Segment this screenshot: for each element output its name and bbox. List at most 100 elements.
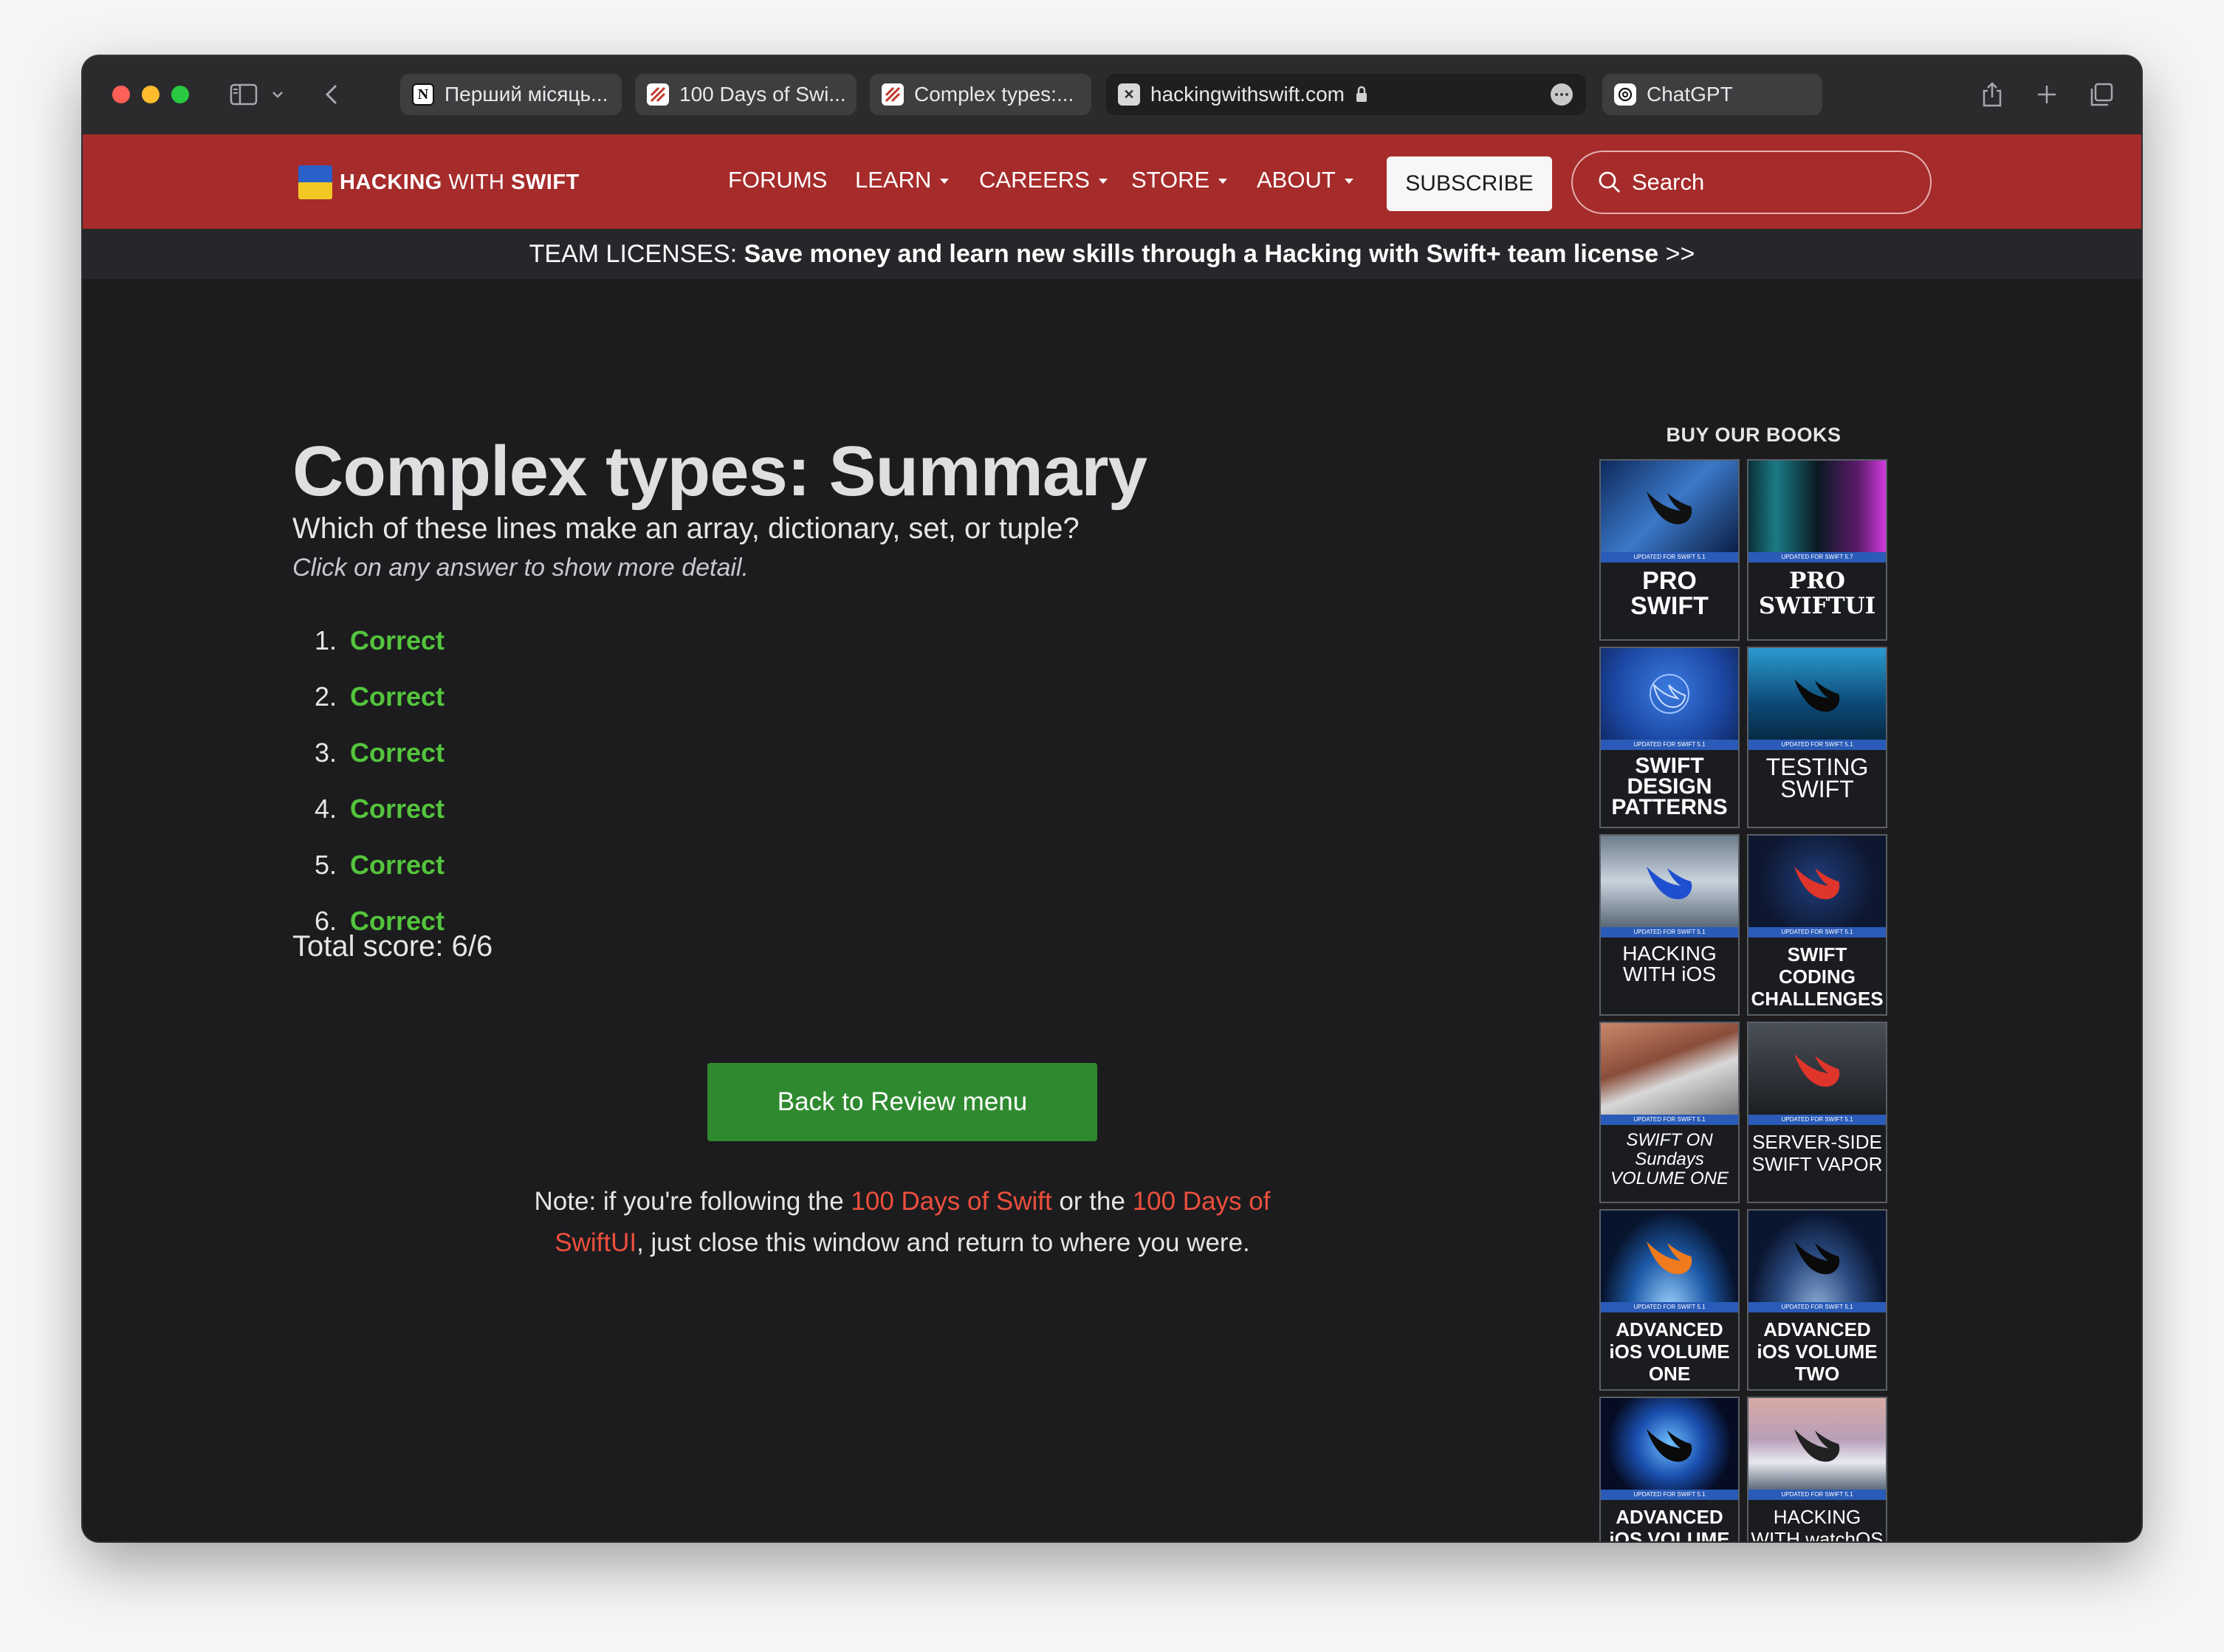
book-advanced-ios-volume-three[interactable]: UPDATED FOR SWIFT 5.1 ADVANCED iOS VOLUM… xyxy=(1599,1397,1740,1541)
book-swift-coding-challenges[interactable]: UPDATED FOR SWIFT 5.1 SWIFT CODING CHALL… xyxy=(1747,834,1887,1016)
back-arrow-icon[interactable] xyxy=(320,78,343,111)
book-cover-art xyxy=(1601,1023,1738,1115)
hws-logo-icon xyxy=(647,83,669,106)
book-cover-art xyxy=(1748,461,1886,552)
book-cover-art xyxy=(1748,648,1886,740)
book-pro-swift[interactable]: UPDATED FOR SWIFT 5.1 PRO SWIFT xyxy=(1599,459,1740,641)
swift-bird-icon xyxy=(1794,1054,1840,1087)
book-strip: UPDATED FOR SWIFT 5.1 xyxy=(1601,552,1738,562)
book-title: SWIFT CODING CHALLENGES xyxy=(1751,943,1884,1010)
book-testing-swift[interactable]: UPDATED FOR SWIFT 5.1 TESTING SWIFT xyxy=(1747,647,1887,828)
book-pro-swiftui[interactable]: UPDATED FOR SWIFT 5.7 PRO SWIFTUI xyxy=(1747,459,1887,641)
book-advanced-ios-volume-one[interactable]: UPDATED FOR SWIFT 5.1 ADVANCED iOS VOLUM… xyxy=(1599,1209,1740,1391)
caret-down-icon xyxy=(940,178,950,184)
tab-100-days[interactable]: 100 Days of Swi... xyxy=(635,74,857,115)
browser-window: N Перший місяць... 100 Days of Swi... Co… xyxy=(83,56,2141,1541)
book-swift-design-patterns[interactable]: UPDATED FOR SWIFT 5.1 SWIFT DESIGN PATTE… xyxy=(1599,647,1740,828)
book-hacking-with-ios[interactable]: UPDATED FOR SWIFT 5.1 HACKING WITH iOS xyxy=(1599,834,1740,1016)
total-score: Total score: 6/6 xyxy=(292,930,493,963)
list-item: 1. Correct xyxy=(292,613,445,669)
site-navbar: HACKING WITH SWIFT FORUMS LEARN CAREERS … xyxy=(83,134,2141,229)
new-tab-icon[interactable] xyxy=(2032,78,2062,111)
logo-word-with: WITH xyxy=(442,170,512,194)
book-cover-art xyxy=(1601,648,1738,740)
address-bar[interactable]: ✕ hackingwithswift.com xyxy=(1106,74,1586,115)
answer-result[interactable]: Correct xyxy=(350,794,445,825)
list-item: 3. Correct xyxy=(292,725,445,781)
tab-overview-icon[interactable] xyxy=(2087,78,2116,111)
share-icon[interactable] xyxy=(1977,78,2007,111)
tab-notion[interactable]: N Перший місяць... xyxy=(400,74,622,115)
swift-bird-icon xyxy=(1647,1242,1692,1275)
answer-number: 3. xyxy=(314,737,337,768)
tab-chatgpt[interactable]: ChatGPT xyxy=(1602,74,1822,115)
nav-forums[interactable]: FORUMS xyxy=(728,167,827,193)
book-cover-art xyxy=(1748,1023,1886,1115)
book-title: ADVANCED iOS VOLUME THREE xyxy=(1609,1506,1730,1541)
book-strip: UPDATED FOR SWIFT 5.1 xyxy=(1748,740,1886,750)
site-logo[interactable]: HACKING WITH SWIFT xyxy=(298,165,580,199)
book-title: PRO SWIFT xyxy=(1630,567,1709,620)
link-100-days-swift[interactable]: 100 Days of Swift xyxy=(851,1187,1051,1216)
address-text: hackingwithswift.com xyxy=(1150,83,1345,106)
nav-store[interactable]: STORE xyxy=(1131,167,1228,193)
search-box[interactable] xyxy=(1571,151,1932,214)
book-swift-on-sundays[interactable]: UPDATED FOR SWIFT 5.1 SWIFT ON Sundays V… xyxy=(1599,1022,1740,1203)
close-window-button[interactable] xyxy=(112,86,130,103)
caret-down-icon xyxy=(1218,178,1228,184)
minimize-window-button[interactable] xyxy=(142,86,159,103)
chevron-down-icon[interactable] xyxy=(269,78,286,111)
swift-bird-icon xyxy=(1650,674,1689,714)
nav-store-label: STORE xyxy=(1131,167,1210,193)
zoom-window-button[interactable] xyxy=(171,86,189,103)
book-title: SWIFT DESIGN PATTERNS xyxy=(1611,754,1728,819)
answer-list: 1. Correct 2. Correct 3. Correct 4. Correct … xyxy=(292,613,445,949)
book-title: ADVANCED iOS VOLUME TWO xyxy=(1757,1318,1878,1385)
team-license-banner[interactable]: TEAM LICENSES: Save money and learn new … xyxy=(83,229,2141,279)
book-cover-art xyxy=(1601,1398,1738,1490)
book-title: HACKING WITH iOS xyxy=(1622,942,1717,985)
book-server-side-swift[interactable]: UPDATED FOR SWIFT 5.1 SERVER-SIDE SWIFT … xyxy=(1747,1022,1887,1203)
answer-result[interactable]: Correct xyxy=(350,737,445,768)
book-strip: UPDATED FOR SWIFT 5.7 xyxy=(1748,552,1886,562)
subscribe-button[interactable]: SUBSCRIBE xyxy=(1387,156,1552,211)
book-cover-art xyxy=(1748,836,1886,927)
caret-down-icon xyxy=(1344,178,1353,184)
tab-complex-types[interactable]: Complex types:... xyxy=(870,74,1091,115)
swift-bird-icon xyxy=(1794,867,1840,900)
back-to-review-button[interactable]: Back to Review menu xyxy=(707,1063,1097,1141)
nav-careers-label: CAREERS xyxy=(979,167,1090,193)
book-cover-art xyxy=(1748,1211,1886,1302)
answer-result[interactable]: Correct xyxy=(350,850,445,881)
logo-word-swift: SWIFT xyxy=(511,170,580,194)
hws-logo-icon xyxy=(882,83,904,106)
answer-result[interactable]: Correct xyxy=(350,681,445,712)
book-title: SERVER-SIDE SWIFT VAPOR xyxy=(1751,1131,1883,1175)
nav-about[interactable]: ABOUT xyxy=(1257,167,1353,193)
site-close-icon[interactable]: ✕ xyxy=(1118,83,1140,106)
page-title: Complex types: Summary xyxy=(292,432,1147,511)
book-title: TESTING SWIFT xyxy=(1765,754,1869,802)
list-item: 4. Correct xyxy=(292,781,445,837)
book-strip: UPDATED FOR SWIFT 5.1 xyxy=(1601,740,1738,750)
tab-label: 100 Days of Swi... xyxy=(679,83,846,106)
logo-text: HACKING WITH SWIFT xyxy=(340,171,580,195)
book-strip: UPDATED FOR SWIFT 5.1 xyxy=(1601,1490,1738,1500)
answer-number: 2. xyxy=(314,681,337,712)
swift-bird-icon xyxy=(1794,1429,1840,1462)
nav-careers[interactable]: CAREERS xyxy=(979,167,1108,193)
book-cover-art xyxy=(1601,836,1738,927)
chatgpt-icon xyxy=(1614,83,1636,106)
sidebar-toggle-icon[interactable] xyxy=(227,78,260,111)
book-advanced-ios-volume-two[interactable]: UPDATED FOR SWIFT 5.1 ADVANCED iOS VOLUM… xyxy=(1747,1209,1887,1391)
answer-result[interactable]: Correct xyxy=(350,625,445,656)
book-strip: UPDATED FOR SWIFT 5.1 xyxy=(1748,927,1886,937)
swift-bird-icon xyxy=(1794,1242,1840,1275)
note-text: Note: if you're following the 100 Days o… xyxy=(526,1181,1279,1264)
book-hacking-with-watchos[interactable]: UPDATED FOR SWIFT 5.1 HACKING WITH watch… xyxy=(1747,1397,1887,1541)
more-options-icon[interactable] xyxy=(1551,83,1573,106)
banner-message: Save money and learn new skills through … xyxy=(744,240,1659,268)
nav-learn[interactable]: LEARN xyxy=(855,167,950,193)
book-strip: UPDATED FOR SWIFT 5.1 xyxy=(1748,1302,1886,1312)
search-input[interactable] xyxy=(1630,168,1914,196)
